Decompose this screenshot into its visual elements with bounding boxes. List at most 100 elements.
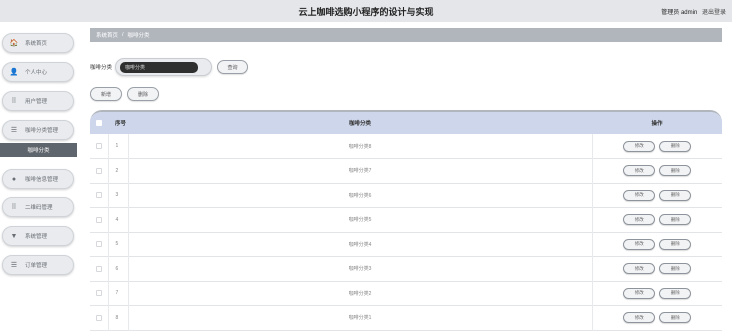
row-checkbox[interactable] bbox=[95, 314, 102, 321]
row-delete-button[interactable]: 删除 bbox=[659, 238, 692, 250]
user-role-text: 管理员 admin bbox=[661, 10, 698, 16]
sidebar-item-label: 个人中心 bbox=[25, 70, 48, 76]
category-table-card: 序号 咖啡分类 操作 1 咖啡分类8 修改 删除 2 咖啡分类7 修改 删除 3 咖啡分类6 修改删… bbox=[90, 110, 722, 334]
sidebar-item-label: 二维码管理 bbox=[25, 205, 53, 211]
sidebar-item-label: 咖啡分类管理 bbox=[25, 128, 59, 134]
row-checkbox[interactable] bbox=[95, 265, 102, 272]
row-number: 8 bbox=[108, 305, 129, 330]
sidebar-item-system[interactable]: ▼ 系统管理 bbox=[2, 226, 74, 246]
grid-icon: ⠿ bbox=[11, 98, 17, 105]
row-delete-button[interactable]: 删除 bbox=[659, 263, 692, 275]
row-number: 7 bbox=[108, 281, 129, 306]
category-table: 序号 咖啡分类 操作 1 咖啡分类8 修改 删除 2 咖啡分类7 修改 删除 3 咖啡分类6 修改删… bbox=[90, 112, 722, 331]
person-icon: 👤 bbox=[9, 69, 19, 76]
sidebar-item-profile[interactable]: 👤 个人中心 bbox=[2, 62, 74, 82]
logout-link[interactable]: 退出登录 bbox=[702, 10, 726, 16]
col-header-name: 咖啡分类 bbox=[348, 121, 371, 127]
sidebar-item-orders[interactable]: ☰ 订单管理 bbox=[2, 255, 74, 275]
row-checkbox[interactable] bbox=[95, 290, 102, 297]
row-delete-button[interactable]: 删除 bbox=[659, 312, 692, 324]
row-check-cell bbox=[90, 134, 109, 159]
row-checkbox[interactable] bbox=[95, 216, 102, 223]
user-area: 管理员 admin 退出登录 bbox=[658, 7, 726, 16]
query-button[interactable]: 查询 bbox=[217, 60, 249, 74]
row-actions: 修改 删除 bbox=[592, 281, 722, 306]
row-check-cell bbox=[90, 256, 109, 281]
row-check-cell bbox=[90, 232, 109, 257]
row-delete-button[interactable]: 删除 bbox=[659, 165, 692, 177]
row-actions: 修改 删除 bbox=[592, 306, 722, 331]
col-header-ops: 操作 bbox=[651, 121, 663, 127]
row-edit-button[interactable]: 修改 bbox=[623, 312, 656, 324]
row-checkbox[interactable] bbox=[95, 142, 102, 149]
table-row: 4 咖啡分类5 修改 删除 bbox=[90, 207, 722, 232]
main-content: 系统首页 / 咖啡分类 咖啡分类 查询 新增 删除 序号 咖啡分类 操作 1咖啡… bbox=[90, 22, 724, 334]
row-delete-button[interactable]: 删除 bbox=[659, 287, 692, 299]
row-checkbox[interactable] bbox=[95, 192, 102, 199]
row-number: 6 bbox=[108, 256, 129, 281]
pin-icon: ● bbox=[11, 175, 17, 183]
row-delete-button[interactable]: 删除 bbox=[659, 140, 692, 152]
breadcrumb-current: 咖啡分类 bbox=[127, 33, 150, 39]
breadcrumb: 系统首页 / 咖啡分类 bbox=[90, 28, 722, 42]
row-delete-button[interactable]: 删除 bbox=[659, 189, 692, 201]
action-buttons: 新增 删除 bbox=[90, 87, 159, 101]
home-icon: 🏠 bbox=[9, 40, 19, 47]
row-category-name: 咖啡分类1 bbox=[128, 305, 593, 330]
sidebar-item-qrcode[interactable]: ⠿ 二维码管理 bbox=[2, 197, 74, 217]
search-input[interactable] bbox=[120, 62, 199, 73]
row-number: 5 bbox=[108, 232, 129, 257]
row-number: 4 bbox=[108, 207, 129, 232]
row-actions: 修改 删除 bbox=[592, 183, 722, 208]
row-checkbox[interactable] bbox=[95, 167, 102, 174]
search-bar: 咖啡分类 查询 bbox=[90, 58, 249, 76]
row-edit-button[interactable]: 修改 bbox=[623, 214, 656, 226]
row-category-name: 咖啡分类5 bbox=[128, 207, 593, 232]
table-header-row: 序号 咖啡分类 操作 bbox=[90, 112, 722, 134]
search-field-wrapper bbox=[115, 58, 213, 76]
row-edit-button[interactable]: 修改 bbox=[623, 189, 656, 201]
lines-icon: ☰ bbox=[10, 262, 18, 269]
row-check-cell bbox=[90, 183, 109, 208]
search-label: 咖啡分类 bbox=[90, 65, 113, 71]
select-all-cell bbox=[90, 112, 108, 134]
row-check-cell bbox=[90, 305, 109, 330]
sidebar-item-label: 订单管理 bbox=[25, 263, 48, 269]
table-row: 1 咖啡分类8 修改 删除 bbox=[90, 134, 722, 159]
row-delete-button[interactable]: 删除 bbox=[659, 214, 692, 226]
col-header-no: 序号 bbox=[115, 121, 127, 127]
breadcrumb-home[interactable]: 系统首页 bbox=[96, 31, 118, 39]
sidebar-item-home[interactable]: 🏠 系统首页 bbox=[2, 33, 74, 53]
add-button[interactable]: 新增 bbox=[90, 87, 122, 101]
row-edit-button[interactable]: 修改 bbox=[623, 263, 656, 275]
row-number: 2 bbox=[108, 158, 129, 183]
sidebar: 🏠 系统首页 👤 个人中心 ⠿ 用户管理 ☰ 咖啡分类管理 咖啡分类 ● 咖啡信… bbox=[0, 22, 80, 334]
top-header: 云上咖啡选购小程序的设计与实现 管理员 admin 退出登录 bbox=[0, 0, 732, 22]
row-category-name: 咖啡分类8 bbox=[128, 134, 593, 159]
row-check-cell bbox=[90, 158, 109, 183]
select-all-checkbox[interactable] bbox=[96, 119, 102, 126]
row-number: 1 bbox=[108, 134, 129, 159]
sidebar-subitem-coffee-category[interactable]: 咖啡分类 bbox=[0, 143, 77, 157]
row-edit-button[interactable]: 修改 bbox=[623, 140, 656, 152]
row-category-name: 咖啡分类4 bbox=[128, 232, 593, 257]
row-number: 3 bbox=[108, 183, 129, 208]
row-actions: 修改 删除 bbox=[592, 134, 722, 159]
bulk-delete-button[interactable]: 删除 bbox=[127, 87, 159, 101]
sidebar-item-coffee-info[interactable]: ● 咖啡信息管理 bbox=[2, 169, 74, 189]
table-body: 1 咖啡分类8 修改 删除 2 咖啡分类7 修改 删除 3 咖啡分类6 修改 删除 4 咖啡分类5 修改 删除… bbox=[90, 134, 722, 330]
table-row: 5 咖啡分类4 修改 删除 bbox=[90, 232, 722, 257]
row-edit-button[interactable]: 修改 bbox=[623, 165, 656, 177]
sidebar-item-users[interactable]: ⠿ 用户管理 bbox=[2, 91, 74, 111]
row-category-name: 咖啡分类3 bbox=[128, 256, 593, 281]
table-row: 6 咖啡分类3 修改 删除 bbox=[90, 256, 722, 281]
sidebar-item-coffee-category[interactable]: ☰ 咖啡分类管理 bbox=[2, 120, 74, 140]
table-row: 3 咖啡分类6 修改 删除 bbox=[90, 183, 722, 208]
row-edit-button[interactable]: 修改 bbox=[623, 287, 656, 299]
sidebar-item-label: 咖啡信息管理 bbox=[25, 177, 59, 183]
sidebar-item-label: 用户管理 bbox=[25, 99, 48, 105]
row-checkbox[interactable] bbox=[95, 241, 102, 248]
table-row: 7 咖啡分类2 修改 删除 bbox=[90, 281, 722, 306]
row-edit-button[interactable]: 修改 bbox=[623, 238, 656, 250]
table-row: 2 咖啡分类7 修改 删除 bbox=[90, 158, 722, 183]
